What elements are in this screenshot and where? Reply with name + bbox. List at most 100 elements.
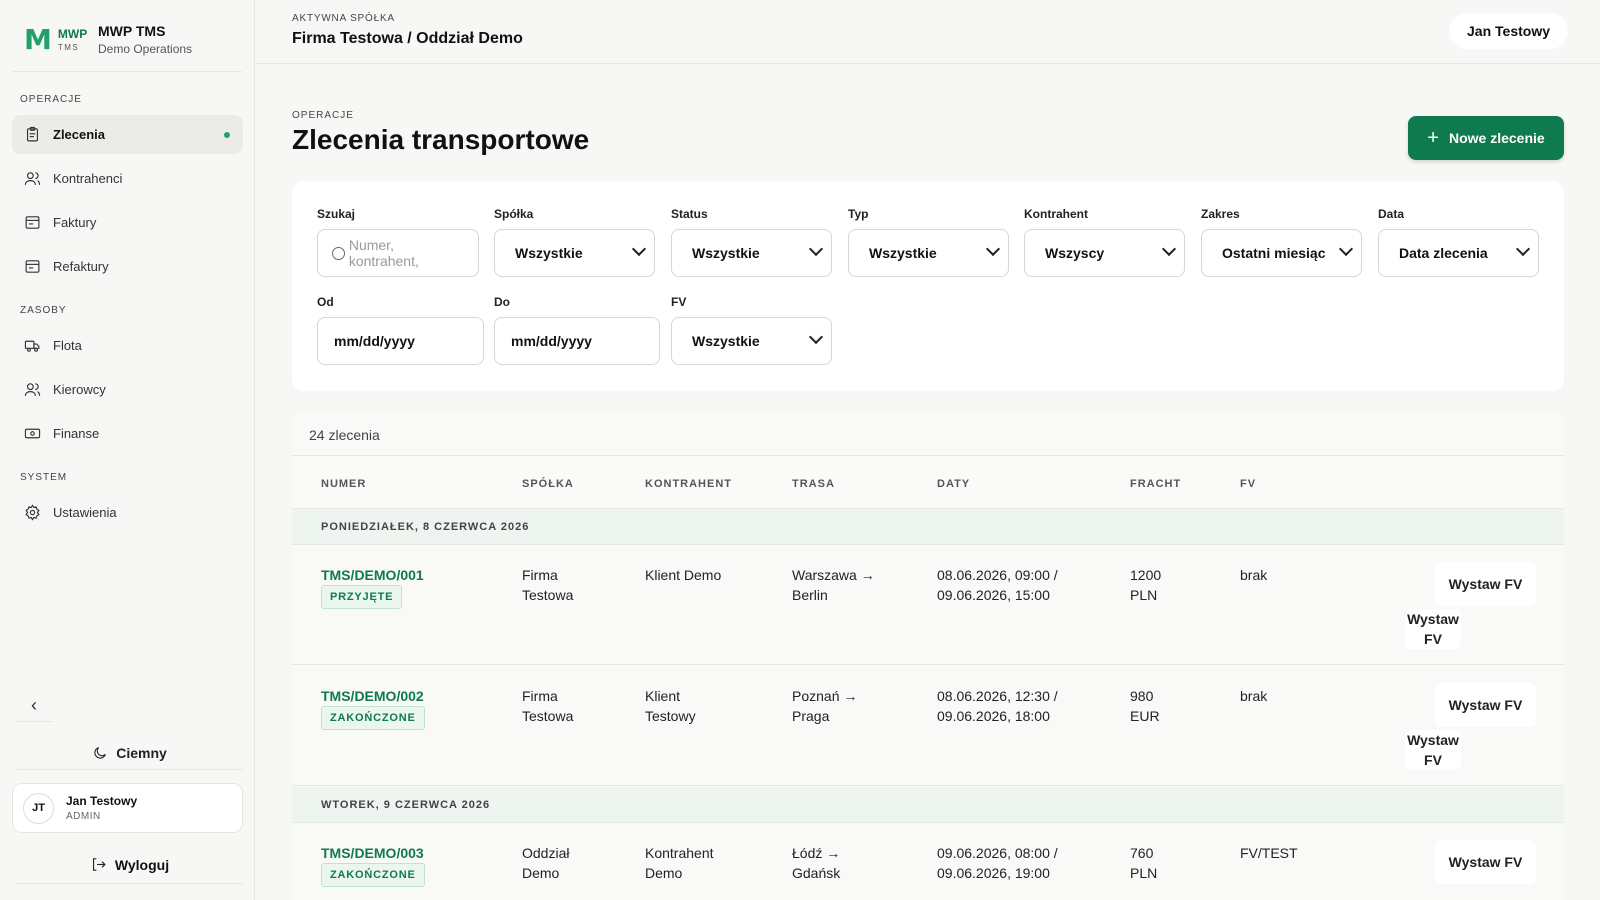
order-number-link[interactable]: TMS/DEMO/003: [321, 843, 424, 863]
type-filter-label: Typ: [848, 207, 869, 221]
order-number-link[interactable]: TMS/DEMO/001: [321, 565, 424, 585]
brand-logo-mark: M: [24, 23, 52, 56]
contractor-cell: Kontrahent Demo: [645, 843, 714, 883]
contractor-filter-select[interactable]: Wszyscy: [1024, 229, 1185, 277]
route-line: Gdańsk: [792, 865, 841, 881]
chevron-down-icon: [808, 241, 824, 257]
topbar: AKTYWNA SPÓŁKA Firma Testowa / Oddział D…: [256, 0, 1600, 64]
contractor-cell: Klient Demo: [645, 565, 721, 585]
fv-filter-label: FV: [671, 295, 687, 309]
sidebar-item-fleet[interactable]: Flota: [12, 326, 243, 365]
range-filter-label: Zakres: [1201, 207, 1240, 221]
type-filter-select[interactable]: Wszystkie: [848, 229, 1009, 277]
to-date-input[interactable]: mm/dd/yyyy: [494, 317, 660, 365]
theme-toggle-label: Ciemny: [116, 744, 167, 761]
avatar: JT: [23, 792, 54, 824]
active-company-label: AKTYWNA SPÓŁKA: [292, 13, 395, 24]
dates-line: 09.06.2026, 18:00: [937, 708, 1050, 724]
plus-icon: +: [1427, 126, 1439, 149]
date-group-header: WTOREK, 9 CZERWCA 2026: [292, 787, 1564, 823]
sidebar-item-label: Finanse: [53, 426, 100, 441]
sidebar-item-settings[interactable]: Ustawienia: [12, 493, 243, 532]
chevron-down-icon: [631, 241, 647, 257]
company-filter-select[interactable]: Wszystkie: [494, 229, 655, 277]
orders-table: 24 zlecenia NUMER SPÓŁKA KONTRAHENT TRAS…: [292, 411, 1564, 900]
sidebar: M MWP TMS MWP TMS Demo Operations OPERAC…: [0, 0, 255, 900]
truck-icon: [24, 340, 40, 352]
company-line: Demo: [522, 865, 560, 881]
status-filter-select[interactable]: Wszystkie: [671, 229, 832, 277]
column-header-number[interactable]: NUMER: [321, 478, 366, 490]
route-line: Praga: [792, 708, 830, 724]
sidebar-item-invoices[interactable]: Faktury: [12, 203, 243, 242]
issue-invoice-line: Wystaw: [1407, 611, 1459, 627]
contractor-cell: Klient Testowy: [645, 686, 696, 726]
issue-invoice-line: FV: [1424, 752, 1442, 768]
freight-currency: EUR: [1130, 708, 1160, 724]
table-row[interactable]: TMS/DEMO/003 ZAKOŃCZONE Oddział Demo Kont…: [292, 823, 1564, 900]
issue-invoice-line: Wystaw: [1407, 732, 1459, 748]
fv-cell: brak: [1240, 567, 1268, 583]
dates-cell: 08.06.2026, 12:30 / 09.06.2026, 18:00: [937, 686, 1058, 726]
sidebar-item-reinvoices[interactable]: Refaktury: [12, 247, 243, 286]
users-icon: [24, 383, 41, 396]
sidebar-item-drivers[interactable]: Kierowcy: [12, 370, 243, 409]
column-header-company[interactable]: SPÓŁKA: [522, 478, 574, 490]
users-icon: [24, 172, 41, 185]
column-header-freight[interactable]: FRACHT: [1130, 478, 1181, 490]
date-filter-select[interactable]: Data zlecenia: [1378, 229, 1539, 277]
issue-invoice-button[interactable]: Wystaw FV: [1435, 840, 1536, 884]
company-filter-label: Spółka: [494, 207, 534, 221]
fv-filter-value: Wszystkie: [692, 333, 760, 349]
collapse-sidebar-button[interactable]: ‹: [16, 690, 52, 722]
user-menu-button[interactable]: Jan Testowy: [1449, 13, 1568, 49]
fv-filter-select[interactable]: Wszystkie: [671, 317, 832, 365]
search-input[interactable]: Numer, kontrahent,: [317, 229, 479, 277]
section-label-system: SYSTEM: [20, 472, 68, 483]
new-order-button[interactable]: + Nowe zlecenie: [1408, 116, 1564, 160]
column-header-contractor[interactable]: KONTRAHENT: [645, 478, 732, 490]
company-cell: Oddział Demo: [522, 843, 569, 883]
logout-button[interactable]: Wyloguj: [16, 846, 243, 884]
freight-cell: 760 PLN: [1130, 843, 1157, 883]
issue-invoice-button[interactable]: Wystaw FV: [1435, 562, 1536, 606]
issue-invoice-button[interactable]: Wystaw FV: [1435, 683, 1536, 727]
sidebar-item-label: Flota: [53, 338, 82, 353]
range-filter-select[interactable]: Ostatni miesiąc: [1201, 229, 1362, 277]
from-date-input[interactable]: mm/dd/yyyy: [317, 317, 484, 365]
page-eyebrow: OPERACJE: [292, 110, 354, 121]
range-filter-value: Ostatni miesiąc: [1222, 245, 1326, 261]
status-badge: ZAKOŃCZONE: [321, 706, 425, 730]
brand[interactable]: M MWP TMS MWP TMS Demo Operations: [12, 14, 242, 72]
issue-invoice-button-secondary[interactable]: Wystaw FV: [1405, 609, 1461, 649]
sidebar-item-orders[interactable]: Zlecenia: [12, 115, 243, 154]
sidebar-item-label: Zlecenia: [53, 127, 106, 142]
freight-currency: PLN: [1130, 865, 1158, 881]
theme-toggle-button[interactable]: Ciemny: [16, 736, 243, 770]
column-header-route[interactable]: TRASA: [792, 478, 835, 490]
sidebar-item-contractors[interactable]: Kontrahenci: [12, 159, 243, 198]
column-header-fv[interactable]: FV: [1240, 478, 1256, 490]
chevron-left-icon: ‹: [31, 695, 37, 715]
dates-cell: 08.06.2026, 09:00 / 09.06.2026, 15:00: [937, 565, 1058, 605]
order-number-link[interactable]: TMS/DEMO/002: [321, 686, 424, 706]
company-line: Firma: [522, 688, 558, 704]
section-label-resources: ZASOBY: [20, 305, 67, 316]
chevron-down-icon: [1161, 241, 1177, 257]
column-header-dates[interactable]: DATY: [937, 478, 970, 490]
table-row[interactable]: TMS/DEMO/001 PRZYJĘTE Firma Testowa Klien…: [292, 545, 1564, 665]
clipboard-icon: [26, 126, 39, 142]
freight-currency: PLN: [1130, 587, 1158, 603]
dates-line: 09.06.2026, 08:00 /: [937, 845, 1058, 861]
route-line: Poznań →: [792, 688, 858, 704]
issue-invoice-button-secondary[interactable]: Wystaw FV: [1405, 730, 1461, 770]
brand-logo: M MWP TMS: [12, 18, 92, 62]
search-label: Szukaj: [317, 207, 356, 221]
table-row[interactable]: TMS/DEMO/002 ZAKOŃCZONE Firma Testowa Kli…: [292, 666, 1564, 786]
chevron-down-icon: [808, 329, 824, 345]
user-card[interactable]: JT Jan Testowy ADMIN: [12, 783, 243, 833]
search-icon: [332, 246, 345, 260]
route-line: Łódź →: [792, 845, 841, 861]
sidebar-item-finance[interactable]: Finanse: [12, 414, 243, 453]
dates-line: 09.06.2026, 19:00: [937, 865, 1050, 881]
